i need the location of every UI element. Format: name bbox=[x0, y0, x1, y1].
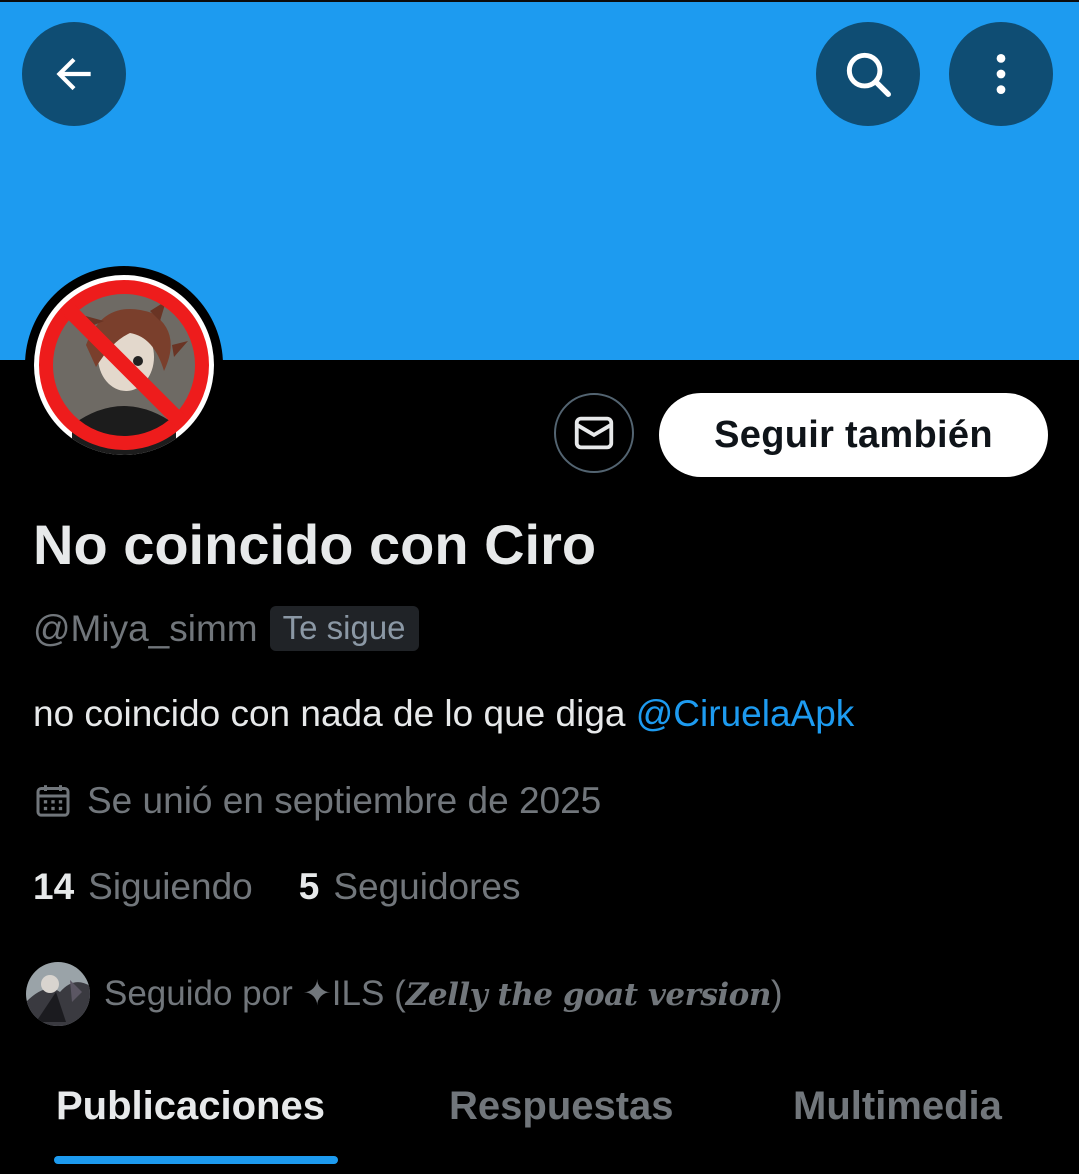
joined-date-row: Se unió en septiembre de 2025 bbox=[33, 780, 601, 822]
more-vertical-icon bbox=[996, 54, 1006, 94]
joined-date: Se unió en septiembre de 2025 bbox=[87, 780, 602, 821]
followed-by-suffix: ) bbox=[770, 974, 783, 1013]
following-label: Siguiendo bbox=[88, 866, 253, 907]
more-options-button[interactable] bbox=[949, 22, 1053, 126]
follower-avatar bbox=[26, 962, 90, 1026]
profile-tabs: Publicaciones Respuestas Multimedia bbox=[0, 1070, 1079, 1174]
handle-row: @Miya_simm Te sigue bbox=[33, 606, 419, 651]
followed-by-prefix: Seguido por bbox=[104, 974, 303, 1013]
tab-respuestas[interactable]: Respuestas bbox=[449, 1084, 674, 1129]
profile-avatar[interactable] bbox=[25, 266, 223, 464]
followed-by-row[interactable]: Seguido por ✦ILS (Zelly the goat version… bbox=[26, 962, 783, 1026]
calendar-icon bbox=[36, 785, 70, 817]
following-count: 14 bbox=[33, 866, 75, 907]
followers-label: Seguidores bbox=[333, 866, 521, 907]
followed-by-name: ✦ILS ( bbox=[302, 974, 406, 1013]
tab-publicaciones[interactable]: Publicaciones bbox=[56, 1084, 325, 1129]
profile-bio: no coincido con nada de lo que diga @Cir… bbox=[33, 693, 854, 735]
avatar-image bbox=[34, 275, 214, 455]
followed-by-name-stylized: Zelly the goat version bbox=[405, 977, 772, 1013]
followers-stat[interactable]: 5 Seguidores bbox=[299, 866, 521, 908]
follow-back-button[interactable]: Seguir también bbox=[659, 393, 1048, 477]
following-stat[interactable]: 14 Siguiendo bbox=[33, 866, 253, 908]
display-name: No coincido con Ciro bbox=[33, 513, 597, 576]
tab-multimedia[interactable]: Multimedia bbox=[793, 1084, 1002, 1129]
back-button[interactable] bbox=[22, 22, 126, 126]
bio-text: no coincido con nada de lo que diga bbox=[33, 693, 636, 734]
arrow-left-icon bbox=[56, 57, 91, 91]
followers-count: 5 bbox=[298, 866, 320, 907]
search-button[interactable] bbox=[816, 22, 920, 126]
followed-by-text: Seguido por ✦ILS (Zelly the goat version… bbox=[104, 974, 783, 1014]
follows-you-badge: Te sigue bbox=[269, 606, 419, 651]
user-handle: @Miya_simm bbox=[33, 607, 258, 649]
active-tab-indicator bbox=[54, 1156, 338, 1164]
search-icon bbox=[846, 52, 891, 97]
message-button[interactable] bbox=[554, 393, 634, 473]
bio-mention-link[interactable]: @CiruelaApk bbox=[636, 693, 855, 734]
envelope-icon bbox=[574, 416, 614, 450]
follow-stats: 14 Siguiendo 5 Seguidores bbox=[33, 866, 521, 908]
